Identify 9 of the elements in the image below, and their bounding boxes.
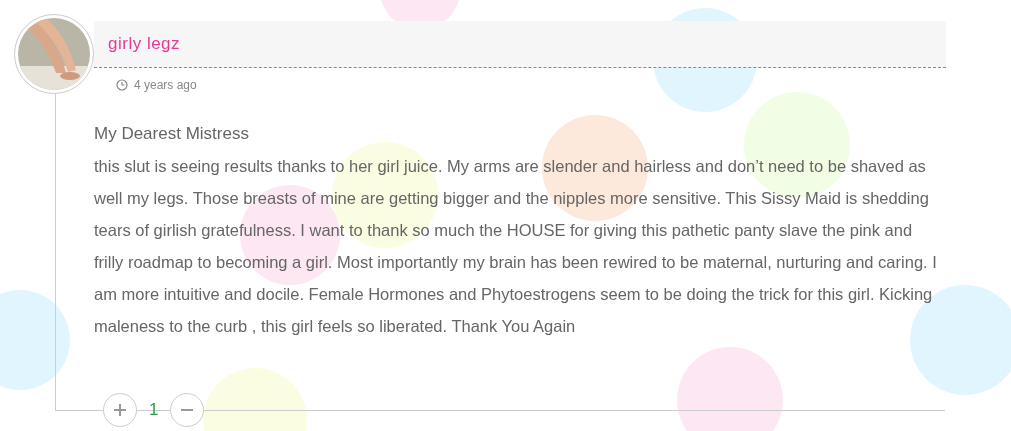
clock-icon (116, 79, 128, 91)
downvote-button[interactable] (170, 393, 205, 427)
vote-count: 1 (149, 399, 159, 422)
timestamp: 4 years ago (134, 77, 197, 94)
author-name[interactable]: girly legz (108, 31, 181, 57)
comment-greeting: My Dearest Mistress (94, 123, 250, 145)
comment-text: this slut is seeing results thanks to her girl juice. My arms are slender and hairless and don’t need to be shaved as well my legs. Those breasts of mine are getting bigger and the nipples more sensitive. This Sissy Maid is shedding tears of girlish gratefulness. I want to thank so much the HOUSE for giving this pathetic panty slave the pink and frilly roadmap to becoming a girl. Most importantly my brain has been rewired to be maternal, nurturing and caring. I am more intuitive and docile. Female Hormones and Phytoestrogens seem to be doing the trick for this girl. Kicking maleness to the curb , this girl feels so liberated. Thank You Again (94, 156, 938, 337)
upvote-button[interactable] (103, 393, 137, 427)
plus-icon (113, 403, 127, 417)
